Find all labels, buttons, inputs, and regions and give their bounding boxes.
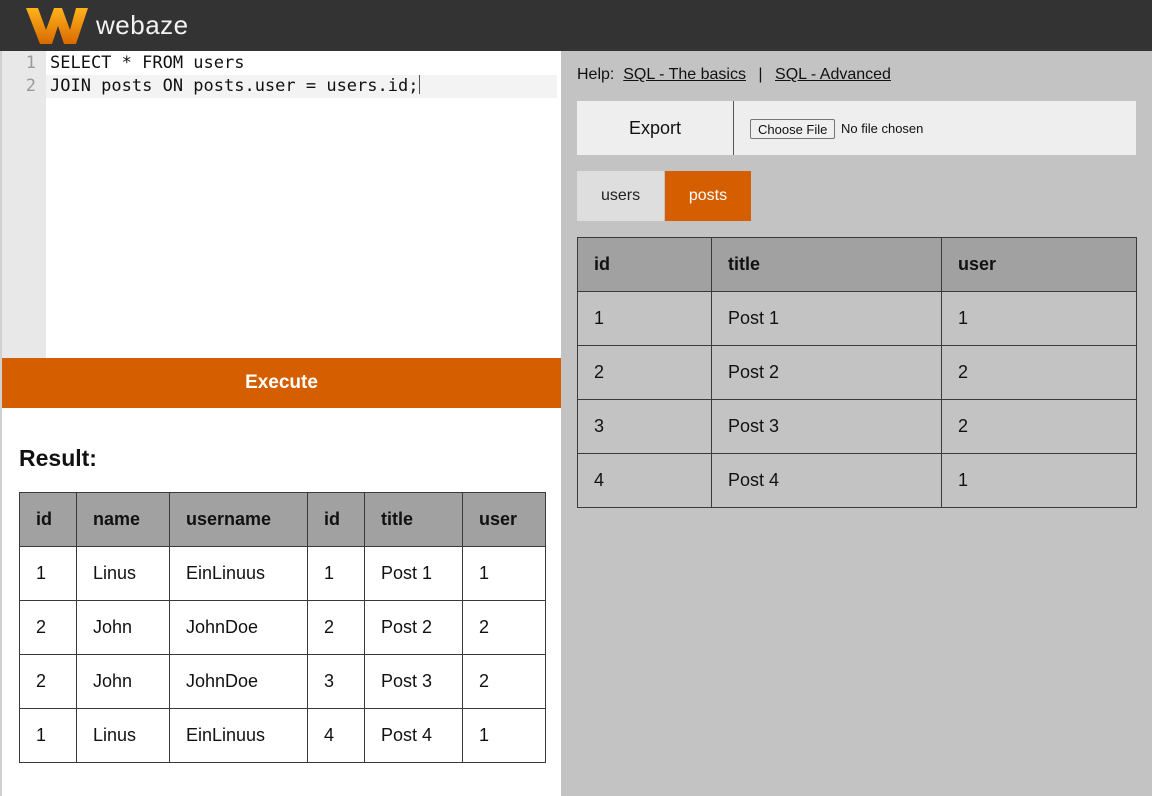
cell: JohnDoe	[169, 600, 308, 655]
export-button[interactable]: Export	[577, 101, 734, 155]
column-header: title	[364, 492, 463, 547]
cell: 1	[19, 708, 77, 763]
code-line[interactable]: SELECT * FROM users	[50, 52, 244, 75]
column-header: username	[169, 492, 308, 547]
column-header: name	[76, 492, 170, 547]
help-links: Help: SQL - The basics | SQL - Advanced	[577, 66, 891, 84]
webaze-logo-icon	[26, 8, 88, 44]
cell: 3	[577, 399, 712, 454]
query-panel: 1 2 SELECT * FROM users JOIN posts ON po…	[0, 51, 561, 796]
cell: 1	[462, 708, 546, 763]
cell: JohnDoe	[169, 654, 308, 709]
cell: 3	[307, 654, 365, 709]
line-number: 1	[25, 53, 36, 73]
table-row: 1 Linus EinLinuus 4 Post 4 1	[19, 708, 546, 763]
app-name: webaze	[96, 10, 189, 40]
cell: EinLinuus	[169, 708, 308, 763]
sql-editor[interactable]: 1 2 SELECT * FROM users JOIN posts ON po…	[2, 51, 561, 358]
cell: Post 4	[711, 453, 942, 508]
text-cursor	[419, 75, 421, 94]
line-number: 2	[25, 76, 36, 96]
table-row: 1 Linus EinLinuus 1 Post 1 1	[19, 546, 546, 601]
cell: 2	[941, 399, 1137, 454]
cell: 2	[307, 600, 365, 655]
cell: Post 3	[364, 654, 463, 709]
table-row: 4 Post 4 1	[577, 453, 1137, 508]
table-row: 2 Post 2 2	[577, 345, 1137, 400]
table-row: 2 John JohnDoe 3 Post 3 2	[19, 654, 546, 709]
cell: 1	[19, 546, 77, 601]
cell: 2	[462, 600, 546, 655]
column-header: id	[307, 492, 365, 547]
cell: Post 2	[711, 345, 942, 400]
sql-advanced-link[interactable]: SQL - Advanced	[775, 66, 891, 83]
cell: John	[76, 600, 170, 655]
cell: John	[76, 654, 170, 709]
help-label: Help:	[577, 66, 615, 83]
sql-basics-link[interactable]: SQL - The basics	[623, 66, 746, 83]
table-header-row: id name username id title user	[19, 492, 546, 547]
table-view: id title user 1 Post 1 1 2 Post 2 2 3 Po…	[577, 237, 1137, 508]
cell: 4	[307, 708, 365, 763]
cell: 2	[941, 345, 1137, 400]
table-row: 2 John JohnDoe 2 Post 2 2	[19, 600, 546, 655]
cell: 1	[577, 291, 712, 346]
execute-button[interactable]: Execute	[2, 358, 561, 408]
cell: EinLinuus	[169, 546, 308, 601]
cell: 1	[307, 546, 365, 601]
table-header-row: id title user	[577, 237, 1137, 292]
cell: Post 2	[364, 600, 463, 655]
tab-posts[interactable]: posts	[665, 171, 751, 221]
file-status-label: No file chosen	[841, 121, 924, 136]
column-header: title	[711, 237, 942, 292]
choose-file-button[interactable]: Choose File	[750, 119, 836, 139]
cell: Post 4	[364, 708, 463, 763]
help-separator: |	[758, 66, 763, 83]
column-header: id	[19, 492, 77, 547]
tab-users[interactable]: users	[577, 171, 664, 221]
code-line-active[interactable]: JOIN posts ON posts.user = users.id;	[46, 75, 557, 98]
column-header: id	[577, 237, 712, 292]
cell: Post 1	[711, 291, 942, 346]
cell: 4	[577, 453, 712, 508]
table-row: 1 Post 1 1	[577, 291, 1137, 346]
cell: 1	[462, 546, 546, 601]
column-header: user	[462, 492, 546, 547]
cell: 2	[19, 654, 77, 709]
cell: Linus	[76, 708, 170, 763]
export-bar: Export Choose File No file chosen	[577, 101, 1136, 155]
column-header: user	[941, 237, 1137, 292]
cell: Post 1	[364, 546, 463, 601]
result-heading: Result:	[19, 445, 97, 471]
cell: 2	[462, 654, 546, 709]
result-table: id name username id title user 1 Linus E…	[19, 492, 546, 763]
cell: 2	[577, 345, 712, 400]
table-row: 3 Post 3 2	[577, 399, 1137, 454]
cell: Linus	[76, 546, 170, 601]
cell: 1	[941, 291, 1137, 346]
cell: 1	[941, 453, 1137, 508]
top-bar: webaze	[0, 0, 1152, 51]
cell: 2	[19, 600, 77, 655]
cell: Post 3	[711, 399, 942, 454]
